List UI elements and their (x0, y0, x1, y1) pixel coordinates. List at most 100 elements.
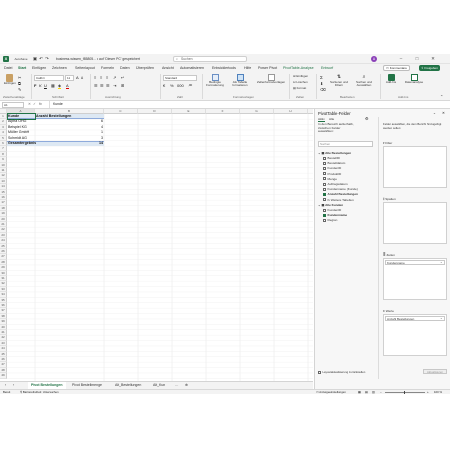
column-header[interactable]: I (308, 109, 313, 114)
grow-font-icon[interactable]: A (76, 75, 79, 80)
zoom-level[interactable]: 100 % (434, 390, 442, 394)
field-item[interactable]: fx Weitere Tabellen (323, 198, 354, 202)
tab-seitenlayout[interactable]: Seitenlayout (75, 64, 95, 72)
cell-styles-button[interactable]: Zellenformatvorlagen (257, 74, 285, 84)
align-right-icon[interactable]: ☰ (106, 83, 110, 88)
columns-area[interactable] (383, 202, 447, 244)
field-checkbox[interactable] (323, 161, 326, 165)
column-header[interactable]: G (240, 109, 274, 114)
field-checkbox[interactable] (323, 213, 326, 217)
tab-datei[interactable]: Datei (4, 64, 12, 72)
field-checkbox[interactable] (323, 166, 326, 170)
find-select-button[interactable]: ⌕ Suchen und Auswählen (352, 74, 376, 88)
copy-icon[interactable]: ⧉ (18, 81, 21, 86)
update-button[interactable]: Aktualisieren (423, 369, 447, 374)
defer-update-checkbox[interactable]: Layoutaktualisierung zurückstellen (318, 370, 365, 374)
field-table-header[interactable]: ⌄ ▦ Alle Kunden (318, 203, 343, 207)
font-name-select[interactable]: Calibri (34, 75, 64, 81)
underline-icon[interactable]: U (44, 83, 47, 88)
fill-color-icon[interactable]: ◈ (58, 83, 62, 89)
field-checkbox[interactable] (323, 177, 326, 181)
maximize-icon[interactable]: □ (411, 54, 423, 64)
search-box[interactable]: ⌕ Suchen (173, 56, 247, 62)
delete-cells-button[interactable]: ⊟ Löschen (293, 80, 308, 84)
tab-power-pivot[interactable]: Power Pivot (258, 64, 277, 72)
field-item[interactable]: Auftragsdatum (323, 182, 348, 186)
prev-sheet-icon[interactable]: ‹ (2, 382, 9, 389)
tab-ueberpruefen[interactable]: Überprüfen (136, 64, 154, 72)
zoom-out-icon[interactable]: – (380, 390, 382, 394)
align-middle-icon[interactable]: ≡ (100, 75, 102, 80)
filter-area[interactable] (383, 146, 447, 188)
column-header[interactable]: F (206, 109, 240, 114)
wrap-text-icon[interactable]: ↵ (121, 75, 124, 80)
sheet-tab-pivot-bestellmenge[interactable]: Pivot Bestellmenge (69, 382, 105, 389)
formula-input[interactable]: Kunde (49, 101, 444, 108)
file-name[interactable]: business-wissen_f85805... • auf 'Dieser … (56, 54, 140, 64)
orientation-icon[interactable]: ↗ (113, 75, 116, 80)
field-checkbox[interactable] (323, 156, 326, 160)
zoom-slider-thumb[interactable] (404, 390, 406, 394)
field-item[interactable]: BestellID (323, 156, 340, 160)
autosum-icon[interactable]: Σ (320, 75, 323, 80)
page-layout-view-icon[interactable]: ▤ (365, 390, 368, 394)
pane-search-input[interactable]: Suchen (318, 141, 373, 147)
format-painter-icon[interactable]: ✎ (18, 87, 21, 92)
field-checkbox[interactable] (323, 182, 326, 186)
tab-entwurf[interactable]: Entwurf (321, 64, 333, 72)
sort-filter-button[interactable]: ⇅ Sortieren und Filtern (328, 74, 350, 88)
align-center-icon[interactable]: ☰ (100, 83, 104, 88)
format-cells-button[interactable]: ▤ Format (293, 86, 306, 90)
minimize-icon[interactable]: – (395, 54, 407, 64)
tab-automatisieren[interactable]: Automatisieren (180, 64, 204, 72)
share-button[interactable]: ⇪ Freigeben (419, 65, 440, 71)
rows-area[interactable]: Kundenname ⌄ (383, 258, 447, 300)
values-item-dropdown-icon[interactable]: ⌄ (440, 316, 443, 320)
values-item[interactable]: Anzahl Bestellungen (385, 316, 445, 321)
zoom-in-icon[interactable]: + (427, 390, 429, 394)
tab-formeln[interactable]: Formeln (101, 64, 114, 72)
format-as-table-button[interactable]: Als Tabelle formatieren (228, 74, 252, 88)
comments-button[interactable]: ▭ Kommentare (383, 65, 410, 71)
sheet-tab-alt-bestellungen[interactable]: Alt_Bestellungen (112, 382, 144, 389)
pane-tab-all[interactable]: Alle (329, 117, 334, 121)
pivot-total-value[interactable]: 14 (36, 141, 103, 146)
fill-icon[interactable]: ⬇ (320, 81, 323, 86)
clear-icon[interactable]: ⌫ (320, 87, 326, 92)
field-item[interactable]: KundenID (323, 208, 341, 212)
field-item[interactable]: Bestelldatum (323, 161, 345, 165)
values-area[interactable]: Anzahl Bestellungen ⌄ (383, 314, 447, 356)
page-break-view-icon[interactable]: ▥ (372, 390, 375, 394)
field-item[interactable]: Region (323, 218, 337, 222)
more-sheets-icon[interactable]: … (172, 382, 182, 389)
shrink-font-icon[interactable]: A (81, 76, 83, 80)
field-checkbox[interactable] (323, 198, 326, 202)
tab-zeichnen[interactable]: Zeichnen (52, 64, 67, 72)
tab-entwicklertools[interactable]: Entwicklertools (212, 64, 236, 72)
conditional-formatting-button[interactable]: Bedingte Formatierung (206, 74, 224, 88)
cut-icon[interactable]: ✂ (18, 75, 21, 80)
field-item[interactable]: Kundenname (323, 213, 347, 217)
enter-icon[interactable]: ✓ (33, 102, 36, 106)
field-item[interactable]: Menge (323, 177, 337, 181)
column-header[interactable]: D (138, 109, 172, 114)
number-format-select[interactable]: Standard (163, 75, 197, 81)
field-checkbox[interactable] (323, 192, 326, 196)
field-checkbox[interactable] (323, 218, 326, 222)
italic-icon[interactable]: K (39, 83, 42, 88)
pane-options-icon[interactable]: ⌄ (433, 111, 436, 115)
font-color-icon[interactable]: A (66, 83, 69, 89)
align-bottom-icon[interactable]: ≡ (106, 75, 108, 80)
column-header[interactable]: C (104, 109, 138, 114)
field-checkbox[interactable] (323, 187, 326, 191)
close-icon[interactable]: ✕ (427, 54, 439, 64)
insert-function-icon[interactable]: fx (39, 102, 42, 106)
insert-cells-button[interactable]: ⊞ Einfügen (293, 74, 308, 78)
tab-ansicht[interactable]: Ansicht (162, 64, 174, 72)
field-checkbox[interactable] (323, 172, 326, 176)
add-sheet-icon[interactable]: ⊕ (182, 382, 191, 389)
rows-item-dropdown-icon[interactable]: ⌄ (440, 260, 443, 264)
pane-layout-icon[interactable]: ⚙ (365, 116, 369, 121)
tab-pivottable-analyse[interactable]: PivotTable-Analyse (283, 64, 314, 72)
normal-view-icon[interactable]: ▦ (358, 390, 361, 394)
